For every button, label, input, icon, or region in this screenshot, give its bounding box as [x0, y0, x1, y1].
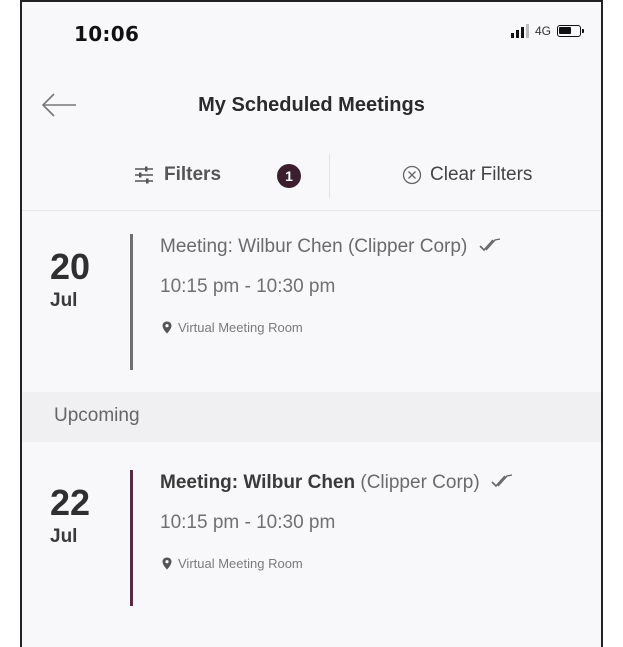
meeting-status-bar: [130, 234, 133, 370]
signal-icon: [510, 24, 529, 38]
app-header: My Scheduled Meetings: [22, 70, 601, 142]
battery-icon: [557, 25, 584, 37]
meeting-card[interactable]: 22 Jul Meeting: Wilbur Chen (Clipper Cor…: [22, 450, 601, 628]
meeting-time: 10:15 pm - 10:30 pm: [160, 276, 336, 297]
meeting-location-label: Virtual Meeting Room: [178, 320, 303, 335]
filters-label: Filters: [164, 164, 222, 185]
meeting-title: Meeting: Wilbur Chen (Clipper Corp): [160, 236, 501, 258]
meeting-location: Virtual Meeting Room: [162, 320, 303, 335]
meeting-title-company: (Clipper Corp): [355, 472, 480, 493]
location-pin-icon: [162, 321, 172, 334]
sliders-icon: [135, 166, 153, 184]
clear-filters-button[interactable]: Clear Filters: [402, 164, 532, 186]
network-type: 4G: [534, 24, 551, 38]
filter-divider: [329, 154, 330, 198]
filters-button[interactable]: Filters: [134, 164, 221, 186]
meeting-month: Jul: [50, 526, 78, 547]
meeting-day: 22: [50, 482, 91, 523]
meeting-title-bold: Meeting: Wilbur Chen: [160, 472, 356, 493]
meeting-date: 22 Jul: [50, 484, 110, 548]
page-title: My Scheduled Meetings: [198, 94, 425, 116]
meeting-location: Virtual Meeting Room: [162, 556, 303, 571]
status-indicators: 4G: [510, 24, 584, 38]
meeting-title: Meeting: Wilbur Chen (Clipper Corp): [160, 472, 513, 494]
clear-circle-x-icon: [402, 165, 422, 185]
double-check-icon: [491, 474, 513, 488]
status-time: 10:06: [74, 22, 140, 46]
section-title: Upcoming: [54, 405, 140, 426]
status-bar: 10:06 4G: [22, 2, 601, 70]
phone-screen: 10:06 4G My Scheduled Meetings Filters 1…: [20, 0, 603, 647]
double-check-icon: [478, 238, 500, 252]
meeting-status-bar: [130, 470, 133, 606]
meeting-card[interactable]: 20 Jul Meeting: Wilbur Chen (Clipper Cor…: [22, 214, 601, 392]
location-pin-icon: [162, 557, 172, 570]
meeting-title-text: Meeting: Wilbur Chen (Clipper Corp): [160, 236, 468, 257]
meeting-date: 20 Jul: [50, 248, 110, 312]
meeting-month: Jul: [50, 290, 78, 311]
meeting-location-label: Virtual Meeting Room: [178, 556, 303, 571]
clear-filters-label: Clear Filters: [430, 164, 533, 185]
section-header-upcoming: Upcoming: [22, 392, 601, 442]
filter-count-badge: 1: [277, 164, 301, 188]
meeting-time: 10:15 pm - 10:30 pm: [160, 512, 336, 533]
meeting-day: 20: [50, 246, 91, 287]
filter-bar: Filters 1 Clear Filters: [22, 142, 601, 211]
